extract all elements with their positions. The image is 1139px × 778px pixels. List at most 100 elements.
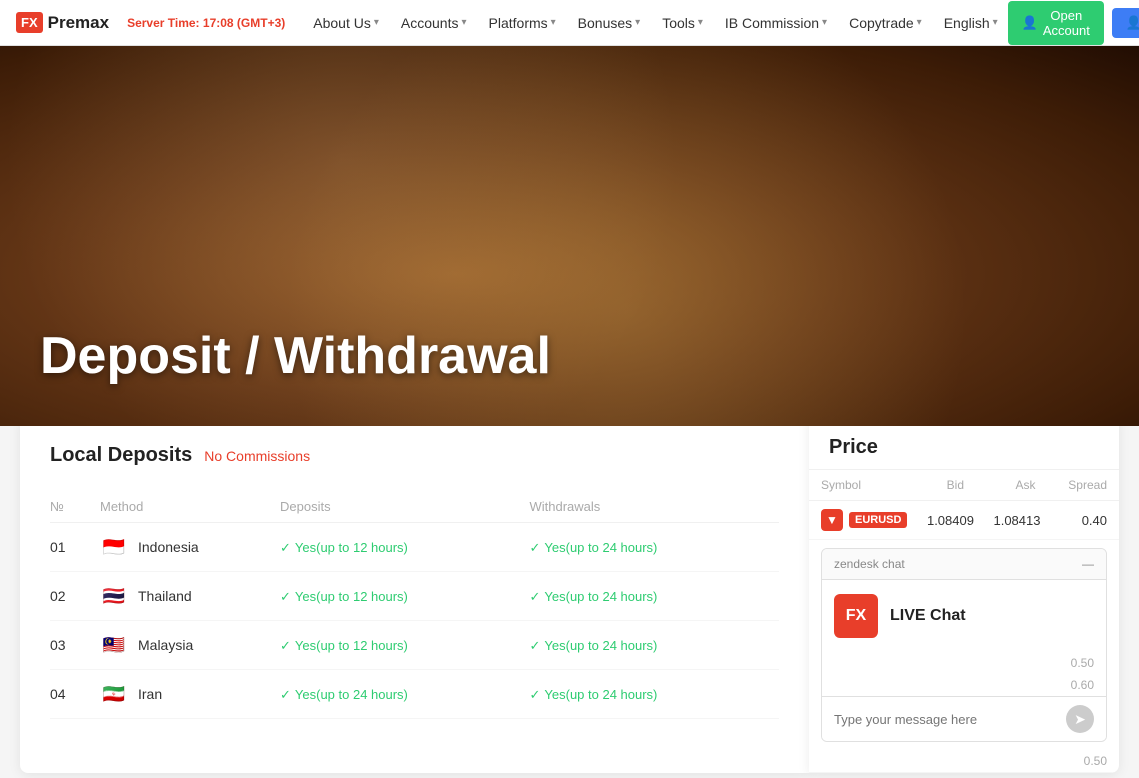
user-plus-icon: 👤 — [1022, 15, 1038, 31]
chat-header: zendesk chat — — [822, 549, 1106, 580]
row-withdrawal: Yes(up to 24 hours) — [530, 572, 780, 621]
chevron-down-icon: ▾ — [822, 17, 827, 28]
symbol-tag: EURUSD — [849, 512, 907, 528]
logo-fx: FX — [16, 12, 43, 33]
row-deposit: Yes(up to 12 hours) — [280, 621, 530, 670]
check-withdrawal-icon: Yes(up to 24 hours) — [530, 540, 658, 555]
logo[interactable]: FX Premax — [16, 12, 109, 33]
check-deposit-icon: Yes(up to 24 hours) — [280, 687, 408, 702]
chat-widget: zendesk chat — FX LIVE Chat 0.50 0.60 ➤ — [821, 548, 1107, 742]
chat-body: FX LIVE Chat — [822, 580, 1106, 652]
row-num: 01 — [50, 523, 100, 572]
login-icon: 👤 — [1126, 15, 1139, 31]
col-no: № — [50, 491, 100, 523]
open-account-button[interactable]: 👤 Open Account — [1008, 1, 1104, 45]
row-deposit: Yes(up to 12 hours) — [280, 523, 530, 572]
check-deposit-icon: Yes(up to 12 hours) — [280, 540, 408, 555]
price-table-header: Symbol Bid Ask Spread — [809, 470, 1119, 501]
server-time-value: 17:08 (GMT+3) — [203, 16, 285, 30]
check-withdrawal-icon: Yes(up to 24 hours) — [530, 589, 658, 604]
panel-title: Local Deposits — [50, 444, 192, 467]
country-name: Malaysia — [138, 637, 193, 653]
nav-actions: 👤 Open Account 👤 Login — [1008, 1, 1139, 45]
table-row: 01 🇮🇩 Indonesia Yes(up to 12 hours) Yes(… — [50, 523, 779, 572]
flag-icon: 🇮🇩 — [100, 537, 128, 557]
nav-links: About Us ▾ Accounts ▾ Platforms ▾ Bonuse… — [303, 0, 1007, 46]
row-num: 04 — [50, 670, 100, 719]
check-withdrawal-icon: Yes(up to 24 hours) — [530, 687, 658, 702]
check-deposit-icon: Yes(up to 12 hours) — [280, 638, 408, 653]
col-method: Method — [100, 491, 280, 523]
ask-value: 1.08413 — [974, 513, 1041, 528]
price-row-eurusd: ▼ EURUSD 1.08409 1.08413 0.40 — [809, 501, 1119, 540]
col-deposits: Deposits — [280, 491, 530, 523]
table-row: 03 🇲🇾 Malaysia Yes(up to 12 hours) Yes(u… — [50, 621, 779, 670]
chevron-down-icon: ▾ — [993, 17, 998, 28]
nav-language[interactable]: English ▾ — [934, 0, 1008, 46]
spread-value: 0.40 — [1040, 513, 1107, 528]
nav-platforms[interactable]: Platforms ▾ — [479, 0, 566, 46]
price-panel: Price Symbol Bid Ask Spread ▼ EURUSD 1.0… — [809, 416, 1119, 773]
chat-send-button[interactable]: ➤ — [1066, 705, 1094, 733]
main-content: Local Deposits No Commissions № Method D… — [0, 416, 1139, 773]
chevron-down-icon: ▾ — [551, 17, 556, 28]
col-withdrawals: Withdrawals — [530, 491, 780, 523]
row-withdrawal: Yes(up to 24 hours) — [530, 621, 780, 670]
fx-logo-chat: FX — [834, 594, 878, 638]
server-time: Server Time: 17:08 (GMT+3) — [127, 16, 285, 30]
chat-input[interactable] — [834, 712, 1066, 727]
local-deposits-panel: Local Deposits No Commissions № Method D… — [20, 416, 809, 773]
chevron-down-icon: ▾ — [374, 17, 379, 28]
row-country: 🇮🇩 Indonesia — [100, 523, 280, 572]
hero-title: Deposit / Withdrawal — [40, 326, 551, 386]
row-country: 🇮🇷 Iran — [100, 670, 280, 719]
chat-spread-1: 0.50 — [822, 652, 1106, 674]
country-name: Thailand — [138, 588, 192, 604]
row-withdrawal: Yes(up to 24 hours) — [530, 523, 780, 572]
chat-close-icon[interactable]: — — [1082, 557, 1094, 571]
bid-value: 1.08409 — [907, 513, 974, 528]
down-arrow-button[interactable]: ▼ — [821, 509, 843, 531]
live-chat-label: LIVE Chat — [890, 607, 966, 625]
row-country: 🇹🇭 Thailand — [100, 572, 280, 621]
nav-about-us[interactable]: About Us ▾ — [303, 0, 389, 46]
chevron-down-icon: ▾ — [635, 17, 640, 28]
deposit-table: № Method Deposits Withdrawals 01 🇮🇩 Indo… — [50, 491, 779, 719]
chat-input-row: ➤ — [822, 696, 1106, 741]
logo-name: Premax — [48, 13, 109, 33]
flag-icon: 🇮🇷 — [100, 684, 128, 704]
row-country: 🇲🇾 Malaysia — [100, 621, 280, 670]
table-row: 04 🇮🇷 Iran Yes(up to 24 hours) Yes(up to… — [50, 670, 779, 719]
row-deposit: Yes(up to 12 hours) — [280, 572, 530, 621]
price-col-ask: Ask — [964, 478, 1036, 492]
server-time-label: Server Time: — [127, 16, 200, 30]
hero-section: Deposit / Withdrawal — [0, 46, 1139, 426]
login-button[interactable]: 👤 Login — [1112, 8, 1139, 38]
chevron-down-icon: ▾ — [917, 17, 922, 28]
flag-icon: 🇹🇭 — [100, 586, 128, 606]
extra-spread-1: 0.50 — [809, 750, 1119, 773]
row-withdrawal: Yes(up to 24 hours) — [530, 670, 780, 719]
country-name: Indonesia — [138, 539, 199, 555]
nav-ib-commission[interactable]: IB Commission ▾ — [715, 0, 837, 46]
chat-header-label: zendesk chat — [834, 557, 905, 571]
nav-bonuses[interactable]: Bonuses ▾ — [568, 0, 651, 46]
chevron-down-icon: ▾ — [461, 17, 466, 28]
row-num: 03 — [50, 621, 100, 670]
row-deposit: Yes(up to 24 hours) — [280, 670, 530, 719]
panel-header: Local Deposits No Commissions — [50, 444, 779, 467]
chevron-down-icon: ▾ — [698, 17, 703, 28]
no-commission-badge: No Commissions — [204, 448, 310, 464]
price-col-spread: Spread — [1036, 478, 1108, 492]
nav-tools[interactable]: Tools ▾ — [652, 0, 713, 46]
row-num: 02 — [50, 572, 100, 621]
nav-accounts[interactable]: Accounts ▾ — [391, 0, 477, 46]
price-col-symbol: Symbol — [821, 478, 893, 492]
check-deposit-icon: Yes(up to 12 hours) — [280, 589, 408, 604]
check-withdrawal-icon: Yes(up to 24 hours) — [530, 638, 658, 653]
chat-spread-2: 0.60 — [822, 674, 1106, 696]
nav-copytrade[interactable]: Copytrade ▾ — [839, 0, 932, 46]
country-name: Iran — [138, 686, 162, 702]
price-col-bid: Bid — [893, 478, 965, 492]
table-row: 02 🇹🇭 Thailand Yes(up to 12 hours) Yes(u… — [50, 572, 779, 621]
